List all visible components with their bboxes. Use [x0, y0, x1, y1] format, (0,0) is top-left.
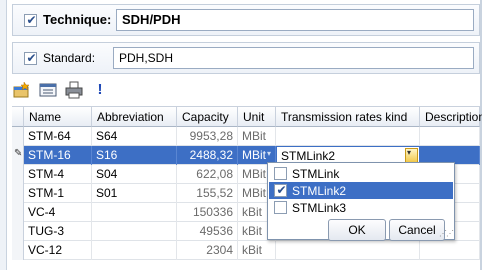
cell-abbreviation: [92, 222, 177, 241]
row-indicator: [12, 203, 24, 222]
new-row-icon[interactable]: [13, 81, 31, 99]
table-row[interactable]: STM-64 S64 9953,28 MBit: [12, 127, 480, 146]
cell-abbreviation: S04: [92, 165, 177, 184]
cell-name: VC-12: [24, 241, 92, 260]
column-header-transmission-rates-kind[interactable]: Transmission rates kind: [276, 106, 420, 127]
standard-panel: ✔ Standard: PDH,SDH: [12, 42, 480, 74]
technique-panel: ✔ Technique: SDH/PDH: [12, 4, 480, 36]
cell-description: [420, 127, 480, 146]
cell-abbreviation: [92, 203, 177, 222]
cell-capacity: 2488,32: [177, 146, 238, 165]
column-header-capacity[interactable]: Capacity: [177, 106, 238, 127]
cell-capacity: 2304: [177, 241, 238, 260]
ok-button[interactable]: OK: [328, 219, 386, 241]
technique-label: Technique:: [43, 12, 112, 27]
technique-field[interactable]: SDH/PDH: [116, 9, 474, 31]
cell-kind: [276, 241, 420, 260]
cell-unit: kBit: [238, 241, 276, 260]
cell-capacity: 622,08: [177, 165, 238, 184]
print-icon[interactable]: [65, 81, 83, 99]
row-indicator: [12, 222, 24, 241]
cell-unit: MBit: [242, 148, 266, 162]
cell-capacity: 9953,28: [177, 127, 238, 146]
cell-capacity: 150336: [177, 203, 238, 222]
row-indicator-header: [12, 106, 24, 127]
dropdown-option-stmlink[interactable]: STMLink: [269, 165, 453, 182]
column-header-description[interactable]: Description: [420, 106, 482, 127]
technique-checkbox[interactable]: ✔: [24, 13, 37, 27]
cell-description: [420, 241, 480, 260]
chevron-down-icon[interactable]: ▾: [267, 149, 271, 158]
print-preview-icon[interactable]: [39, 81, 57, 99]
cell-capacity: 155,52: [177, 184, 238, 203]
dropdown-option-stmlink3[interactable]: STMLink3: [269, 199, 453, 216]
column-header-unit[interactable]: Unit: [238, 106, 276, 127]
standard-checkbox[interactable]: ✔: [24, 51, 37, 65]
column-header-abbreviation[interactable]: Abbreviation: [92, 106, 177, 127]
toolbar: !: [13, 79, 213, 101]
pencil-icon: ✎: [14, 148, 23, 159]
cell-abbreviation: S16: [92, 146, 177, 165]
option-label: STMLink: [292, 167, 340, 181]
dropdown-option-stmlink2[interactable]: ✔ STMLink2: [269, 182, 453, 199]
row-indicator: ✎: [12, 146, 24, 165]
option-label: STMLink3: [292, 201, 347, 215]
cell-name: TUG-3: [24, 222, 92, 241]
cell-abbreviation: S01: [92, 184, 177, 203]
row-indicator: [12, 127, 24, 146]
cell-kind: [276, 127, 420, 146]
resize-grip-icon[interactable]: ⋰⋰: [439, 229, 454, 238]
kind-editor-value: STMLink2: [281, 149, 336, 163]
dropdown-button[interactable]: ▾: [405, 148, 418, 163]
cell-capacity: 49536: [177, 222, 238, 241]
standard-label: Standard:: [43, 51, 96, 65]
row-indicator: [12, 184, 24, 203]
transmission-kind-dropdown: STMLink ✔ STMLink2 STMLink3 OK Cancel ⋰⋰: [267, 162, 455, 241]
option-checkbox[interactable]: ✔: [274, 183, 287, 197]
standard-field[interactable]: PDH,SDH: [113, 47, 474, 69]
check-icon: ✔: [26, 13, 37, 27]
option-label: STMLink2: [292, 184, 347, 198]
check-icon: ✔: [276, 183, 287, 197]
cell-abbreviation: [92, 241, 177, 260]
option-checkbox[interactable]: [274, 201, 287, 214]
chevron-down-icon: ▾: [407, 148, 412, 157]
option-checkbox[interactable]: [274, 167, 287, 180]
cell-name: STM-4: [24, 165, 92, 184]
cell-name: STM-16: [24, 146, 92, 165]
left-edge: [0, 0, 7, 270]
exclamation-icon[interactable]: !: [91, 81, 109, 99]
cell-name: STM-1: [24, 184, 92, 203]
column-header-name[interactable]: Name: [24, 106, 92, 127]
table-row[interactable]: VC-12 2304 kBit: [12, 241, 480, 260]
cancel-button[interactable]: Cancel: [389, 219, 445, 241]
row-indicator: [12, 241, 24, 260]
cell-name: STM-64: [24, 127, 92, 146]
cell-unit: MBit: [238, 127, 276, 146]
check-icon: ✔: [26, 51, 37, 65]
cell-abbreviation: S64: [92, 127, 177, 146]
cell-name: VC-4: [24, 203, 92, 222]
row-indicator: [12, 165, 24, 184]
